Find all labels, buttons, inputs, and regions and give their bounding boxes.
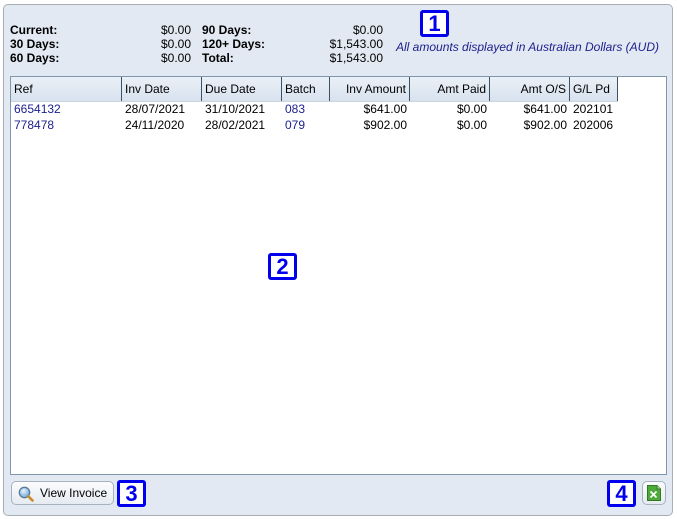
view-invoice-label: View Invoice [40,486,108,500]
summary-label: 30 Days: [10,37,60,51]
column-header-batch[interactable]: Batch [282,77,330,101]
magnifier-icon [18,486,34,502]
annotation-marker-1: 1 [420,10,449,37]
annotation-marker-3: 3 [117,480,146,507]
summary-value: $1,543.00 [329,37,383,51]
column-header-inv-date[interactable]: Inv Date [122,77,202,101]
cell-batch-link[interactable]: 083 [282,101,330,117]
summary-value: $1,543.00 [329,51,383,65]
currency-note: All amounts displayed in Australian Doll… [396,40,659,54]
cell-batch-link[interactable]: 079 [282,117,330,133]
cell-inv-date: 28/07/2021 [125,102,186,116]
cell-gl-pd: 202006 [573,118,614,132]
cell-due-date: 28/02/2021 [205,118,266,132]
column-header-gl-pd[interactable]: G/L Pd [570,77,618,101]
column-header-due-date[interactable]: Due Date [202,77,282,101]
summary-label: 120+ Days: [202,37,266,51]
cell-ref-link[interactable]: 6654132 [11,101,122,117]
column-header-amt-os[interactable]: Amt O/S [490,77,570,101]
cell-inv-amount: $902.00 [363,118,407,132]
view-invoice-button[interactable]: View Invoice [11,481,114,505]
column-header-ref[interactable]: Ref [11,77,122,101]
summary-value: $0.00 [160,37,191,51]
table-row[interactable]: 6654132 28/07/2021 31/10/2021 083 $641.0… [11,101,618,117]
cell-due-date: 31/10/2021 [205,102,266,116]
column-header-amt-paid[interactable]: Amt Paid [410,77,490,101]
column-header-inv-amount[interactable]: Inv Amount [330,77,410,101]
summary-label: Total: [202,51,234,65]
summary-label: 90 Days: [202,23,252,37]
summary-label: Current: [10,23,58,37]
excel-export-icon [647,485,661,501]
cell-amt-paid: $0.00 [456,118,487,132]
summary-value: $0.00 [160,51,191,65]
summary-label: 60 Days: [10,51,60,65]
cell-amt-os: $641.00 [523,102,567,116]
cell-amt-paid: $0.00 [456,102,487,116]
annotation-marker-2: 2 [268,253,297,280]
export-excel-button[interactable] [642,481,666,505]
cell-amt-os: $902.00 [523,118,567,132]
summary-value: $0.00 [160,23,191,37]
cell-gl-pd: 202101 [573,102,614,116]
table-header: Ref Inv Date Due Date Batch Inv Amount A… [11,77,618,102]
table-row[interactable]: 778478 24/11/2020 28/02/2021 079 $902.00… [11,117,618,133]
annotation-marker-4: 4 [607,480,636,507]
invoice-table: Ref Inv Date Due Date Batch Inv Amount A… [10,76,667,475]
cell-ref-link[interactable]: 778478 [11,117,122,133]
cell-inv-amount: $641.00 [363,102,407,116]
summary-value: $0.00 [352,23,383,37]
cell-inv-date: 24/11/2020 [125,118,185,132]
